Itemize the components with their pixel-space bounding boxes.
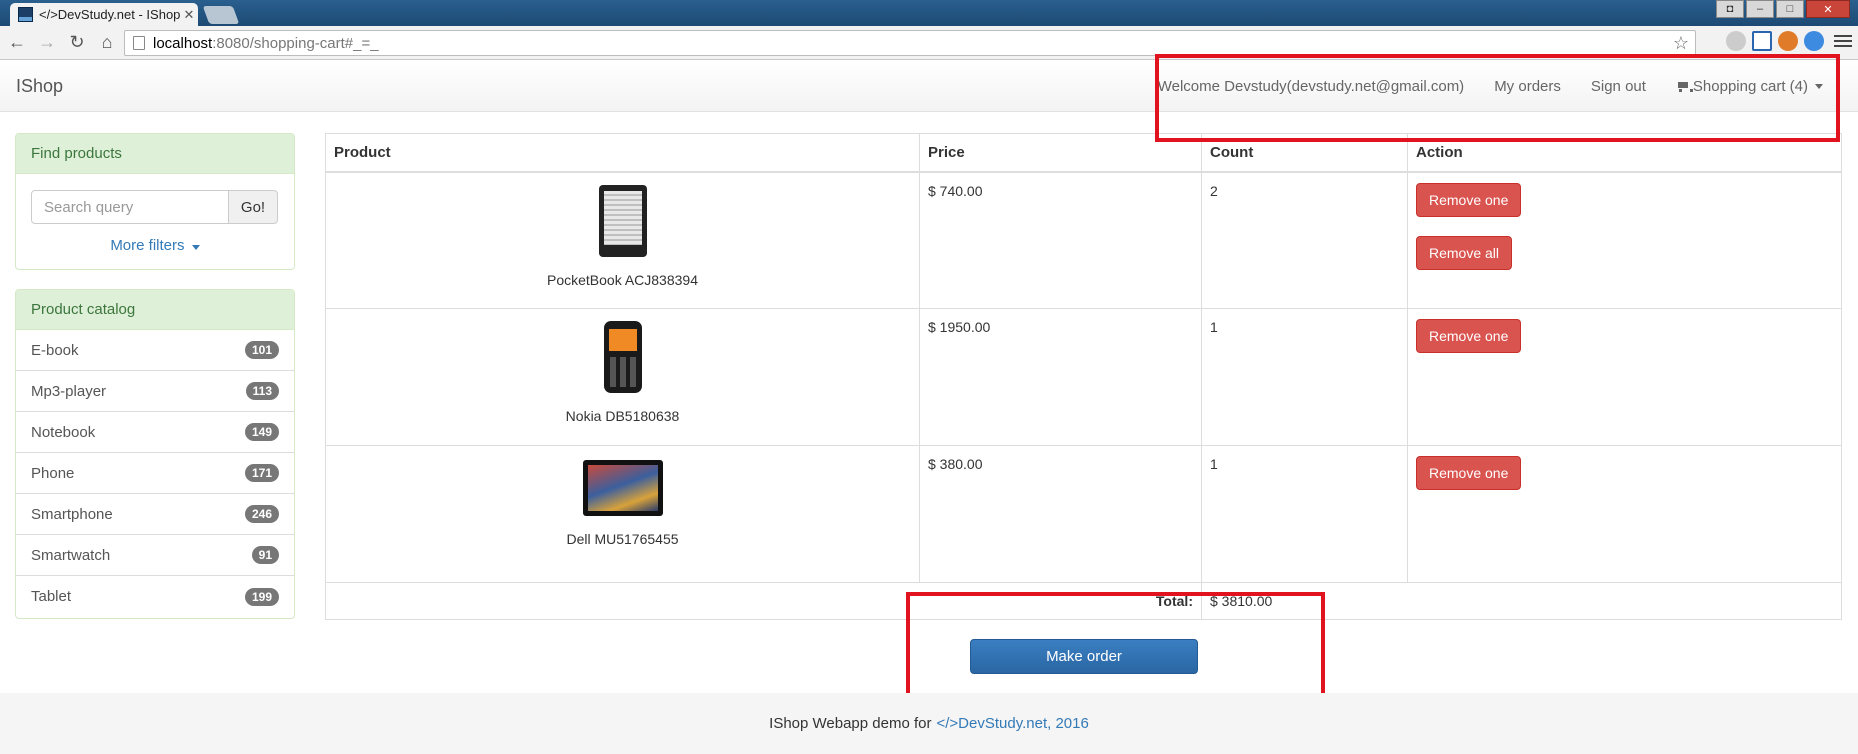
- catalog-item-label: Notebook: [31, 423, 96, 441]
- extension-icons: [1726, 31, 1858, 51]
- price-cell: $ 740.00: [919, 171, 1202, 309]
- ebook-reader-image[interactable]: [598, 184, 647, 257]
- price-cell: $ 1950.00: [919, 308, 1202, 446]
- count-cell: 1: [1201, 308, 1408, 446]
- table-row: Dell MU51765455 $ 380.00 1 Remove one: [325, 445, 1842, 583]
- remove-one-button[interactable]: Remove one: [1416, 319, 1522, 353]
- catalog-item-smartwatch[interactable]: Smartwatch 91: [16, 535, 294, 576]
- browser-tabstrip: </>DevStudy.net - IShop ✕ ◘ – □ ✕: [0, 0, 1858, 26]
- product-name[interactable]: PocketBook ACJ838394: [334, 272, 911, 288]
- catalog-item-e-book[interactable]: E-book 101: [16, 330, 294, 371]
- catalog-item-label: Tablet: [31, 588, 72, 605]
- tab-title: </>DevStudy.net - IShop: [39, 7, 180, 22]
- go-button[interactable]: Go!: [229, 190, 278, 224]
- catalog-list: E-book 101 Mp3-player 113 Notebook 149 Phon…: [16, 330, 294, 617]
- catalog-item-notebook[interactable]: Notebook 149: [16, 412, 294, 453]
- tablet-image[interactable]: [582, 460, 663, 516]
- close-window-button[interactable]: ✕: [1806, 0, 1850, 18]
- count-badge: 246: [244, 505, 279, 523]
- product-catalog-panel: Product catalog E-book 101 Mp3-player 113 …: [15, 289, 295, 619]
- catalog-item-label: Smartwatch: [31, 546, 111, 564]
- screenshot-extension-icon[interactable]: [1752, 31, 1772, 51]
- remove-one-button[interactable]: Remove one: [1416, 456, 1522, 490]
- site-favicon-icon: [18, 7, 33, 22]
- count-cell: 2: [1201, 171, 1408, 309]
- search-panel: Find products Go! More filters: [15, 133, 295, 270]
- catalog-item-label: E-book: [31, 341, 79, 359]
- browser-menu-icon[interactable]: [1834, 31, 1852, 51]
- address-bar[interactable]: localhost:8080/shopping-cart#_=_ ☆: [124, 30, 1696, 56]
- mobile-phone-image[interactable]: [603, 321, 642, 393]
- catalog-item-mp3-player[interactable]: Mp3-player 113: [16, 371, 294, 412]
- new-tab-button[interactable]: [202, 6, 240, 24]
- page-icon: [133, 36, 145, 50]
- minimize-button[interactable]: –: [1746, 0, 1774, 18]
- product-cell: PocketBook ACJ838394: [325, 171, 920, 309]
- catalog-item-tablet[interactable]: Tablet 199: [16, 576, 294, 617]
- table-row: PocketBook ACJ838394 $ 740.00 2 Remove o…: [325, 171, 1842, 309]
- column-header-product: Product: [325, 133, 920, 173]
- url-path: :8080/shopping-cart#_=_: [212, 34, 379, 52]
- more-filters-label: More filters: [110, 237, 185, 254]
- search-form: Go!: [31, 190, 278, 224]
- back-icon[interactable]: ←: [4, 30, 30, 56]
- table-row: Nokia DB5180638 $ 1950.00 1 Remove one: [325, 308, 1842, 446]
- forward-icon[interactable]: →: [34, 30, 60, 56]
- window-controls: ◘ – □ ✕: [1716, 0, 1850, 18]
- count-badge: 199: [244, 587, 279, 606]
- catalog-item-label: Smartphone: [31, 505, 113, 523]
- footer-link[interactable]: </>DevStudy.net, 2016: [936, 715, 1088, 732]
- bookmark-star-icon[interactable]: ☆: [1673, 33, 1689, 54]
- catalog-item-label: Phone: [31, 464, 75, 482]
- highlight-box-make-order: [906, 592, 1325, 703]
- catalog-item-phone[interactable]: Phone 171: [16, 453, 294, 494]
- maximize-button[interactable]: □: [1776, 0, 1804, 18]
- action-cell: Remove one Remove all: [1407, 171, 1842, 309]
- catalog-item-label: Mp3-player: [31, 382, 107, 400]
- highlight-box-navbar: [1155, 54, 1840, 142]
- count-badge: 149: [244, 423, 279, 441]
- product-name[interactable]: Dell MU51765455: [334, 531, 911, 547]
- page-footer: IShop Webapp demo for </>DevStudy.net, 2…: [0, 693, 1858, 754]
- count-badge: 171: [244, 464, 279, 482]
- url-host: localhost: [153, 34, 213, 52]
- footer-text: IShop Webapp demo for: [769, 715, 932, 732]
- remove-one-button[interactable]: Remove one: [1416, 182, 1522, 217]
- extension-icon[interactable]: [1778, 31, 1798, 51]
- search-panel-heading: Find products: [16, 134, 294, 174]
- home-icon[interactable]: ⌂: [94, 30, 120, 56]
- action-cell: Remove one: [1407, 308, 1842, 446]
- action-cell: Remove one: [1407, 445, 1842, 583]
- reload-icon[interactable]: ↻: [64, 30, 90, 56]
- search-input[interactable]: [31, 190, 229, 224]
- count-cell: 1: [1201, 445, 1408, 583]
- more-filters-link[interactable]: More filters: [16, 237, 294, 254]
- catalog-panel-heading: Product catalog: [16, 290, 294, 330]
- cart-table: Product Price Count Action PocketBook AC…: [325, 133, 1842, 620]
- extension-icon[interactable]: [1804, 31, 1824, 51]
- catalog-item-smartphone[interactable]: Smartphone 246: [16, 494, 294, 535]
- product-name[interactable]: Nokia DB5180638: [334, 408, 911, 424]
- price-cell: $ 380.00: [919, 445, 1202, 583]
- product-cell: Nokia DB5180638: [325, 308, 920, 446]
- count-badge: 113: [245, 382, 279, 400]
- caret-down-icon: [191, 245, 200, 250]
- browser-tab[interactable]: </>DevStudy.net - IShop ✕: [10, 3, 198, 26]
- remove-all-button[interactable]: Remove all: [1416, 235, 1513, 270]
- product-cell: Dell MU51765455: [325, 445, 920, 583]
- extension-icon[interactable]: [1726, 31, 1746, 51]
- user-profile-icon[interactable]: ◘: [1716, 0, 1744, 18]
- count-badge: 91: [251, 546, 279, 564]
- tab-close-icon[interactable]: ✕: [180, 7, 198, 23]
- count-badge: 101: [244, 341, 279, 359]
- brand-link[interactable]: IShop: [16, 76, 63, 97]
